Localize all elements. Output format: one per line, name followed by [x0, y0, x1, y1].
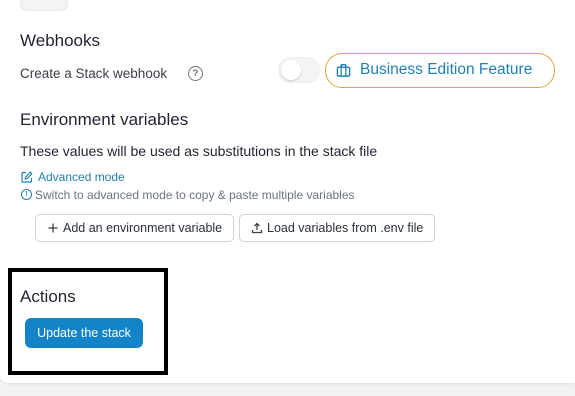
upload-icon [251, 222, 263, 234]
business-edition-label: Business Edition Feature [360, 61, 533, 78]
briefcase-icon [336, 63, 351, 77]
add-environment-variable-label: Add an environment variable [63, 221, 223, 235]
business-edition-badge[interactable]: Business Edition Feature [325, 53, 555, 88]
load-env-file-label: Load variables from .env file [267, 221, 424, 235]
webhook-toggle[interactable] [278, 57, 320, 83]
edit-icon [21, 171, 33, 183]
toggle-knob [281, 60, 301, 80]
previous-section-stub [20, 0, 68, 11]
add-environment-variable-button[interactable]: Add an environment variable [35, 214, 234, 242]
plus-icon [48, 223, 58, 233]
create-webhook-label: Create a Stack webhook [20, 66, 168, 81]
load-env-file-button[interactable]: Load variables from .env file [239, 214, 435, 242]
info-icon: ! [21, 189, 32, 200]
actions-title: Actions [20, 287, 76, 306]
help-icon[interactable]: ? [188, 66, 203, 81]
environment-variables-description: These values will be used as substitutio… [20, 143, 378, 159]
webhooks-title: Webhooks [20, 31, 101, 50]
advanced-mode-label: Advanced mode [38, 170, 125, 184]
stack-settings-panel: Webhooks Create a Stack webhook ? Busine… [0, 0, 575, 383]
update-stack-button[interactable]: Update the stack [25, 318, 143, 348]
environment-variables-title: Environment variables [20, 110, 189, 129]
advanced-mode-hint-text: Switch to advanced mode to copy & paste … [35, 188, 355, 202]
